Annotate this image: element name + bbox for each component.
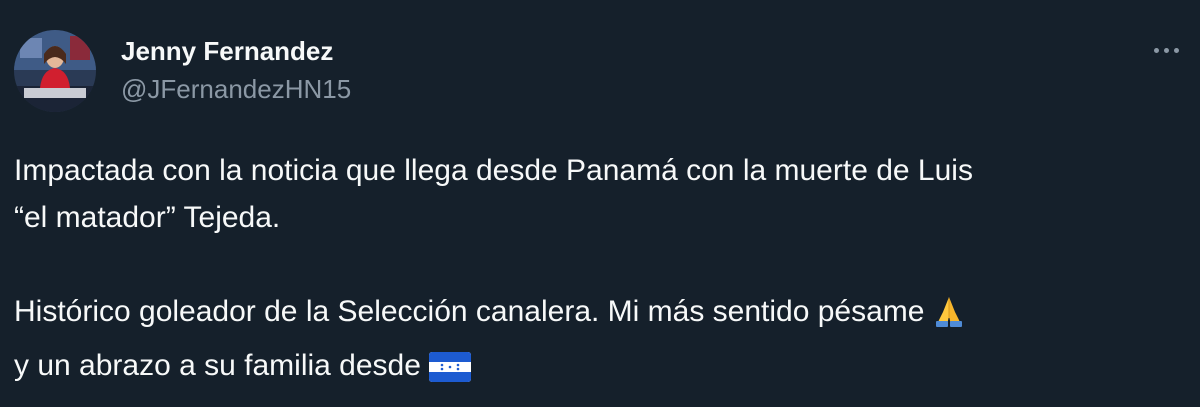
tweet-text-line: Histórico goleador de la Selección canal…: [14, 288, 1184, 342]
more-horizontal-icon: [1153, 47, 1179, 53]
folded-hands-icon: [932, 294, 966, 342]
author-display-name[interactable]: Jenny Fernandez: [121, 34, 351, 68]
avatar[interactable]: [14, 30, 96, 112]
author-handle[interactable]: @JFernandezHN15: [121, 72, 351, 106]
tweet-text: Impactada con la noticia que llega desde…: [14, 147, 1184, 396]
tweet-text-segment: Histórico goleador de la Selección canal…: [14, 295, 925, 328]
tweet-text-segment: y un abrazo a su familia desde: [14, 349, 421, 382]
tweet-card[interactable]: Jenny Fernandez @JFernandezHN15 Impactad…: [0, 0, 1200, 407]
honduras-flag-icon: [428, 349, 471, 396]
more-options-button[interactable]: [1146, 32, 1186, 68]
avatar-image: [14, 30, 96, 112]
tweet-text-line: Impactada con la noticia que llega desde…: [14, 154, 973, 187]
tweet-text-line: y un abrazo a su familia desde: [14, 342, 1184, 396]
tweet-text-line: “el matador” Tejeda.: [14, 201, 281, 234]
paragraph-break: [14, 241, 1184, 288]
author-info: Jenny Fernandez @JFernandezHN15: [121, 34, 351, 106]
